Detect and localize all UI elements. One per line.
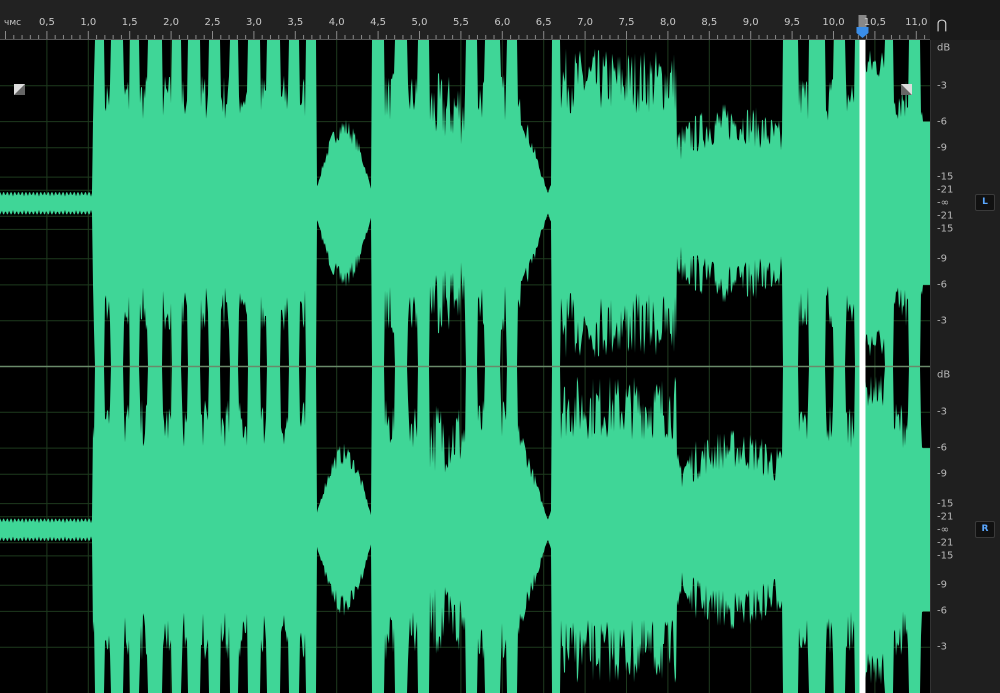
ruler-tick-label: 1,5 (121, 17, 138, 28)
ruler-tick-label: 7,5 (618, 17, 635, 28)
db-scale-label: -9 (937, 142, 947, 154)
db-scale-label: -21 (937, 511, 954, 523)
ruler-tick-label: 2,0 (163, 17, 180, 28)
db-scale-label: -15 (937, 498, 954, 510)
db-scale-label: -6 (937, 279, 947, 291)
db-scale-label: -6 (937, 605, 947, 617)
waveform-view[interactable] (0, 40, 930, 693)
ruler-tick-label: 11,0 (905, 17, 928, 28)
db-scale-label: -3 (937, 80, 947, 92)
magnet-icon[interactable]: ⋂ (934, 18, 950, 34)
db-scale-label: -6 (937, 442, 947, 454)
ruler-tick-label: 3,0 (245, 17, 262, 28)
waveform-canvas[interactable] (0, 40, 930, 693)
db-scale-label: -∞ (937, 524, 949, 536)
db-scale-label: -3 (937, 641, 947, 653)
ruler-tick-label: 7,0 (577, 17, 594, 28)
ruler-tick-label: 2,5 (204, 17, 221, 28)
db-scale-label: -3 (937, 406, 947, 418)
db-scale-label: -15 (937, 550, 954, 562)
db-scale-label: -21 (937, 184, 954, 196)
ruler-tick-label: 3,5 (287, 17, 304, 28)
ruler-tick-label: 4,5 (370, 17, 387, 28)
db-scale-label: -15 (937, 223, 954, 235)
ruler-tick-label: 10,5 (863, 17, 887, 28)
db-scale-label: dB (937, 369, 951, 380)
ruler-tick-label: 10,0 (822, 17, 845, 28)
ruler-tick-label: 8,5 (701, 17, 718, 28)
db-scale-label: -9 (937, 579, 947, 591)
db-scale-label: -∞ (937, 197, 949, 209)
ruler-tick-label: 9,5 (784, 17, 801, 28)
amplitude-scale: dB -3 -6 -9 -15 -21 -∞ -21 -15 -9 -6 -3 LdB -3 -6 -9 -15… (930, 40, 1000, 693)
db-scale-label: -15 (937, 171, 954, 183)
ruler-tick-label: 5,5 (452, 17, 469, 28)
ruler-tick-label: 6,0 (494, 17, 511, 28)
db-scale-label: -21 (937, 210, 954, 222)
fade-in-handle[interactable] (14, 84, 25, 95)
waveform-channel-right (0, 366, 930, 693)
db-scale-label: -6 (937, 116, 947, 128)
time-ruler[interactable]: чмс 0,5 1,0 1,5 2,0 2,5 3,0 3,5 4,0 4,5 5,0 5,5 6,0… (0, 0, 930, 40)
ruler-tick-label: 8,0 (659, 17, 676, 28)
channel-badge-left[interactable]: L (975, 194, 995, 212)
channel-badge-right[interactable]: R (975, 520, 995, 538)
ruler-tick-label: 1,0 (80, 17, 97, 28)
playhead-line (859, 40, 866, 693)
ruler-tick-label: 0,5 (38, 17, 55, 28)
ruler-tick-label: 9,0 (742, 17, 759, 28)
ruler-tick-label: 4,0 (328, 17, 345, 28)
fade-out-handle[interactable] (901, 84, 912, 95)
ruler-tick-label: 6,5 (535, 17, 552, 28)
db-scale-label: -9 (937, 253, 947, 265)
db-scale-label: -9 (937, 468, 947, 480)
waveform-channel-left (0, 40, 930, 367)
db-scale-label: -3 (937, 315, 947, 327)
ruler-tick-label: 5,0 (411, 17, 428, 28)
ruler-unit-label: чмс (4, 18, 22, 28)
db-scale-label: dB (937, 42, 951, 54)
db-scale-label: -21 (937, 537, 954, 549)
